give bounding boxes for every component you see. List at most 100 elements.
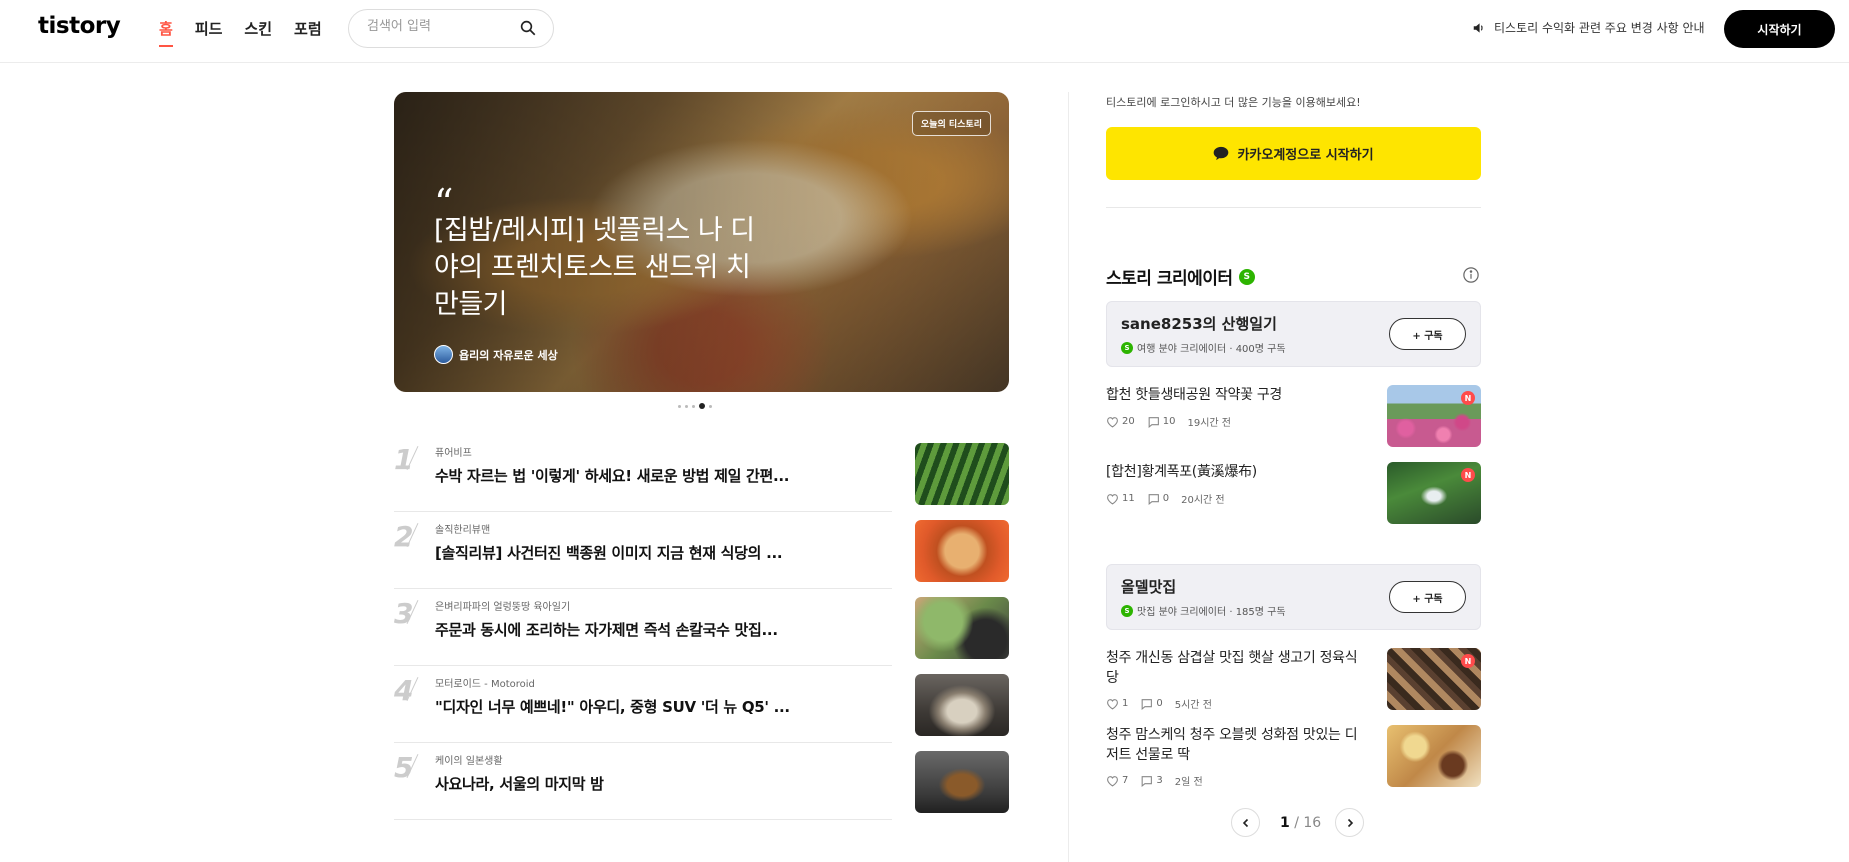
- flowers-thumbnail[interactable]: N: [1387, 385, 1481, 447]
- watermelon-thumbnail[interactable]: [915, 443, 1009, 505]
- new-badge: N: [1461, 654, 1475, 668]
- carousel-dot[interactable]: [685, 404, 688, 408]
- creator-card[interactable]: sane8253의 산행일기 S 여행 분야 크리에이터 · 400명 구독 +…: [1106, 301, 1481, 367]
- comment-icon: [1148, 493, 1159, 505]
- carousel-dot[interactable]: [678, 404, 681, 408]
- subscribe-button[interactable]: + 구독: [1389, 581, 1466, 613]
- rank-blog-name[interactable]: 퓨어비프: [435, 444, 472, 459]
- tistory-logo[interactable]: tistory: [38, 13, 121, 39]
- like-count: 1: [1106, 698, 1128, 710]
- post-stats: 11 0 20시간 전: [1106, 491, 1225, 506]
- next-page-button[interactable]: [1335, 808, 1365, 837]
- post-stats: 7 3 2일 전: [1106, 773, 1203, 788]
- comment-value: 10: [1162, 416, 1176, 427]
- list-item[interactable]: 5 케이의 일본생활 사요나라, 서울의 마지막 밤: [394, 743, 1009, 820]
- comment-value: 3: [1156, 775, 1163, 786]
- section-title: 스토리 크리에이터 S: [1106, 264, 1255, 289]
- hero-title[interactable]: [집밥/레시피] 넷플릭스 나 디야의 프렌치토스트 샌드위 치 만들기: [434, 212, 774, 323]
- comment-count: 0: [1140, 698, 1163, 710]
- carousel-dot[interactable]: [692, 404, 695, 408]
- post-time: 5시간 전: [1174, 700, 1212, 711]
- today-tistory-badge: 오늘의 티스토리: [911, 111, 991, 136]
- chevron-right-icon: [1347, 818, 1353, 827]
- creator-post[interactable]: [합천]황계폭포(黃溪爆布) 11 0 20시간 전 N: [1106, 462, 1481, 524]
- post-stats: 1 0 5시간 전: [1106, 696, 1212, 711]
- rank-blog-name[interactable]: 케이의 일본생활: [435, 752, 503, 767]
- comment-icon: [1142, 775, 1153, 787]
- post-title[interactable]: 청주 개신동 삼겹살 맛집 햇살 생고기 정육식당: [1106, 648, 1368, 688]
- author-avatar: [434, 345, 453, 364]
- pagination: 1 / 16: [1231, 808, 1365, 837]
- list-item[interactable]: 4 모터로이드 - Motoroid "디자인 너무 예쁘네!" 아우디, 중형…: [394, 666, 1009, 743]
- rank-title[interactable]: 사요나라, 서울의 마지막 밤: [435, 773, 855, 794]
- main-nav: 홈 피드 스킨 포럼: [159, 18, 344, 47]
- hero-banner[interactable]: 오늘의 티스토리 “ [집밥/레시피] 넷플릭스 나 디야의 프렌치토스트 샌드…: [394, 92, 1009, 392]
- nav-home[interactable]: 홈: [159, 18, 173, 47]
- post-time: 19시간 전: [1187, 418, 1231, 429]
- dessert-thumbnail[interactable]: [1387, 725, 1481, 787]
- info-icon[interactable]: [1462, 266, 1480, 284]
- like-count: 20: [1106, 416, 1135, 428]
- car-thumbnail[interactable]: [915, 674, 1009, 736]
- page-separator: /: [1289, 814, 1304, 831]
- heart-icon: [1107, 416, 1118, 428]
- like-value: 7: [1122, 775, 1129, 786]
- notice-link[interactable]: 티스토리 수익화 관련 주요 변경 사항 안내: [1472, 19, 1705, 36]
- prev-page-button[interactable]: [1231, 808, 1260, 837]
- creator-post[interactable]: 청주 개신동 삼겹살 맛집 햇살 생고기 정육식당 1 0 5시간 전 N: [1106, 648, 1481, 711]
- post-time: 20시간 전: [1181, 495, 1225, 506]
- heart-icon: [1107, 775, 1118, 787]
- chevron-left-icon: [1242, 818, 1248, 827]
- comment-icon: [1148, 416, 1159, 428]
- start-button[interactable]: 시작하기: [1724, 10, 1835, 48]
- list-item[interactable]: 2 솔직한리뷰맨 [솔직리뷰] 사건터진 백종원 이미지 지금 현재 식당의 .…: [394, 512, 1009, 589]
- rank-title[interactable]: 주문과 동시에 조리하는 자가제면 즉석 손칼국수 맛집...: [435, 619, 855, 640]
- list-item[interactable]: 1 퓨어비프 수박 자르는 법 '이렇게' 하세요! 새로운 방법 제일 간편.…: [394, 435, 1009, 512]
- ranking-list: 1 퓨어비프 수박 자르는 법 '이렇게' 하세요! 새로운 방법 제일 간편.…: [394, 435, 1009, 820]
- creator-post[interactable]: 합천 핫들생태공원 작약꽃 구경 20 10 19시간 전 N: [1106, 385, 1481, 447]
- food-dish-thumbnail[interactable]: [915, 520, 1009, 582]
- creator-meta-text: 맛집 분야 크리에이터 · 185명 구독: [1137, 607, 1286, 618]
- bbq-thumbnail[interactable]: N: [1387, 648, 1481, 710]
- subscribe-button[interactable]: + 구독: [1389, 318, 1466, 350]
- chat-bubble-icon: [1214, 146, 1229, 161]
- nav-forum[interactable]: 포럼: [294, 18, 322, 47]
- post-title[interactable]: 청주 맘스케익 청주 오블렛 성화점 맛있는 디저트 선물로 딱: [1106, 725, 1368, 765]
- creator-badge-icon: S: [1238, 268, 1255, 285]
- kakao-login-button[interactable]: 카카오계정으로 시작하기: [1106, 127, 1481, 180]
- waterfall-thumbnail[interactable]: N: [1387, 462, 1481, 524]
- creator-name[interactable]: sane8253의 산행일기: [1121, 313, 1277, 334]
- noodles-thumbnail[interactable]: [915, 597, 1009, 659]
- divider: [394, 819, 892, 820]
- creator-card[interactable]: 올델맛집 S 맛집 분야 크리에이터 · 185명 구독 + 구독: [1106, 564, 1481, 630]
- search-input[interactable]: [367, 19, 517, 34]
- creator-name[interactable]: 올델맛집: [1121, 576, 1176, 597]
- carousel-dots: [678, 403, 712, 409]
- post-stats: 20 10 19시간 전: [1106, 414, 1231, 429]
- carousel-dot[interactable]: [709, 404, 712, 408]
- person-thumbnail[interactable]: [915, 751, 1009, 813]
- rank-blog-name[interactable]: 은벼리파파의 얼렁뚱땅 육아일기: [435, 598, 570, 613]
- speaker-icon: [1473, 22, 1483, 33]
- rank-title[interactable]: 수박 자르는 법 '이렇게' 하세요! 새로운 방법 제일 간편...: [435, 465, 855, 486]
- list-item[interactable]: 3 은벼리파파의 얼렁뚱땅 육아일기 주문과 동시에 조리하는 자가제면 즉석 …: [394, 589, 1009, 666]
- comment-count: 10: [1147, 416, 1176, 428]
- search-icon[interactable]: [519, 19, 537, 37]
- rank-title[interactable]: "디자인 너무 예쁘네!" 아우디, 중형 SUV '더 뉴 Q5' ...: [435, 696, 855, 717]
- creator-post[interactable]: 청주 맘스케익 청주 오블렛 성화점 맛있는 디저트 선물로 딱 7 3 2일 …: [1106, 725, 1481, 788]
- nav-skin[interactable]: 스킨: [244, 18, 272, 47]
- rank-blog-name[interactable]: 모터로이드 - Motoroid: [435, 675, 535, 690]
- creator-meta: S 맛집 분야 크리에이터 · 185명 구독: [1121, 603, 1286, 618]
- rank-title[interactable]: [솔직리뷰] 사건터진 백종원 이미지 지금 현재 식당의 ...: [435, 542, 855, 563]
- search-box: [348, 9, 554, 48]
- author-name: 욥리의 자유로운 세상: [459, 348, 558, 362]
- post-title[interactable]: [합천]황계폭포(黃溪爆布): [1106, 462, 1368, 482]
- hero-author[interactable]: 욥리의 자유로운 세상: [434, 345, 558, 364]
- post-title[interactable]: 합천 핫들생태공원 작약꽃 구경: [1106, 385, 1368, 405]
- column-divider: [1068, 92, 1069, 862]
- carousel-dot-active[interactable]: [699, 403, 705, 409]
- creator-meta: S 여행 분야 크리에이터 · 400명 구독: [1121, 340, 1286, 355]
- nav-feed[interactable]: 피드: [195, 18, 223, 47]
- creator-meta-text: 여행 분야 크리에이터 · 400명 구독: [1137, 344, 1286, 355]
- rank-blog-name[interactable]: 솔직한리뷰맨: [435, 521, 490, 536]
